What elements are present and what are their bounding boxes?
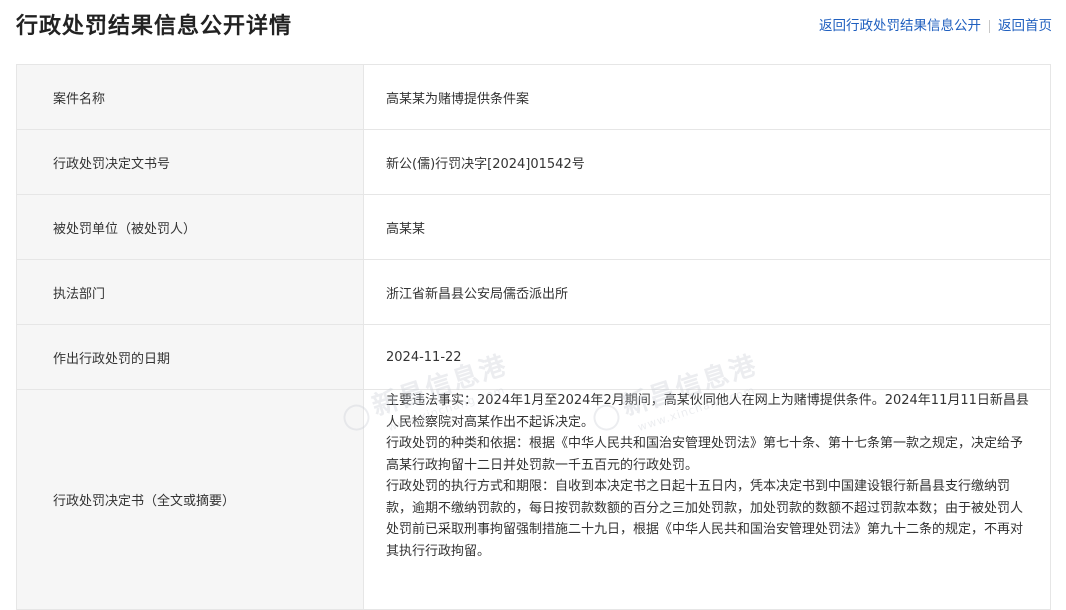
nav-links: 返回行政处罚结果信息公开 返回首页 [819,16,1052,36]
decision-text: 主要违法事实：2024年1月至2024年2月期间，高某伙同他人在网上为赌博提供条… [363,389,1051,610]
row-value: 新公(儒)行罚决字[2024]01542号 [363,129,1051,195]
nav-divider [989,19,990,33]
row-label: 被处罚单位（被处罚人） [16,194,364,260]
back-to-home-link[interactable]: 返回首页 [998,16,1052,36]
row-label: 作出行政处罚的日期 [16,324,364,390]
row-label: 行政处罚决定书（全文或摘要） [16,389,364,610]
table-row-enforcement-dept: 执法部门 浙江省新昌县公安局儒岙派出所 [16,259,1051,325]
table-row-decision-text: 行政处罚决定书（全文或摘要） 主要违法事实：2024年1月至2024年2月期间，… [16,389,1051,610]
row-value: 高某某为赌博提供条件案 [363,64,1051,130]
decision-paragraph: 行政处罚的种类和依据：根据《中华人民共和国治安管理处罚法》第七十条、第十七条第一… [386,436,1024,473]
row-label: 执法部门 [16,259,364,325]
back-to-list-link[interactable]: 返回行政处罚结果信息公开 [819,16,981,36]
table-row-penalized-party: 被处罚单位（被处罚人） 高某某 [16,194,1051,260]
row-value: 浙江省新昌县公安局儒岙派出所 [363,259,1051,325]
table-row-document-number: 行政处罚决定文书号 新公(儒)行罚决字[2024]01542号 [16,129,1051,195]
page-title: 行政处罚结果信息公开详情 [16,14,293,39]
page-header: 行政处罚结果信息公开详情 返回行政处罚结果信息公开 返回首页 [0,0,1066,56]
decision-paragraph: 行政处罚的执行方式和期限：自收到本决定书之日起十五日内，凭本决定书到中国建设银行… [386,479,1024,559]
row-value: 高某某 [363,194,1051,260]
row-label: 案件名称 [16,64,364,130]
table-row-decision-date: 作出行政处罚的日期 2024-11-22 [16,324,1051,390]
decision-paragraph: 主要违法事实：2024年1月至2024年2月期间，高某伙同他人在网上为赌博提供条… [386,393,1029,430]
row-label: 行政处罚决定文书号 [16,129,364,195]
info-table: 案件名称 高某某为赌博提供条件案 行政处罚决定文书号 新公(儒)行罚决字[202… [16,64,1051,610]
table-row-case-name: 案件名称 高某某为赌博提供条件案 [16,64,1051,130]
row-value: 2024-11-22 [363,324,1051,390]
